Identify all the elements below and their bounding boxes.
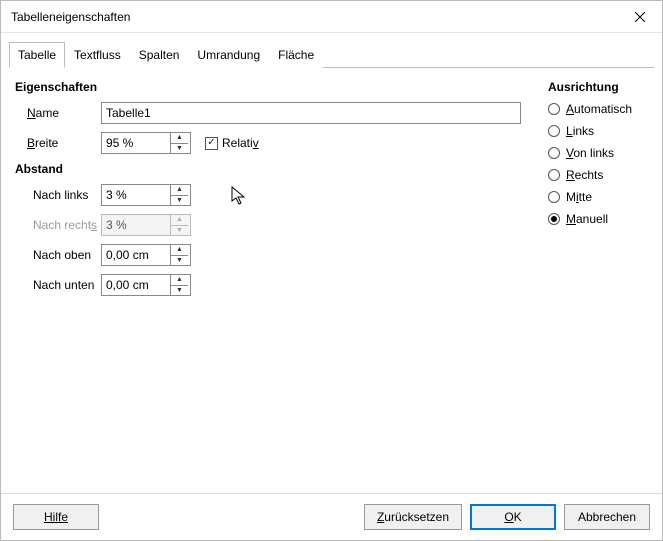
- spacing-left-input[interactable]: [102, 185, 170, 205]
- width-label: Breite: [15, 136, 101, 150]
- spacing-right-input: [102, 215, 170, 235]
- width-input[interactable]: [102, 133, 170, 153]
- name-label: Name: [15, 106, 101, 120]
- radio-icon: [548, 125, 560, 137]
- help-button[interactable]: Hilfe: [13, 504, 99, 530]
- spacing-below-up[interactable]: ▲: [171, 275, 188, 286]
- radio-icon: [548, 191, 560, 203]
- align-von-links[interactable]: Von links: [548, 146, 648, 160]
- titlebar: Tabelleneigenschaften: [1, 1, 662, 33]
- radio-icon: [548, 169, 560, 181]
- spacing-right-spinner: ▲ ▼: [101, 214, 191, 236]
- align-links[interactable]: Links: [548, 124, 648, 138]
- section-alignment: Ausrichtung: [548, 80, 648, 94]
- spacing-below-spinner[interactable]: ▲ ▼: [101, 274, 191, 296]
- spacing-left-up[interactable]: ▲: [171, 185, 188, 196]
- spacing-above-spinner[interactable]: ▲ ▼: [101, 244, 191, 266]
- spacing-right-label: Nach rechts: [15, 218, 101, 232]
- tab-textfluss[interactable]: Textfluss: [65, 42, 130, 68]
- radio-icon: [548, 103, 560, 115]
- cancel-button[interactable]: Abbrechen: [564, 504, 650, 530]
- width-spin-down[interactable]: ▼: [171, 144, 188, 154]
- align-rechts[interactable]: Rechts: [548, 168, 648, 182]
- reset-button[interactable]: Zurücksetzen: [364, 504, 462, 530]
- tab-panel: Eigenschaften Name Breite ▲ ▼ ✓ Relativ: [1, 68, 662, 478]
- align-mitte-label: Mitte: [566, 190, 592, 204]
- align-manuell-label: Manuell: [566, 212, 608, 226]
- tab-umrandung[interactable]: Umrandung: [188, 42, 269, 68]
- spacing-above-down[interactable]: ▼: [171, 256, 188, 266]
- spacing-right-up: ▲: [171, 215, 188, 226]
- close-icon: [635, 12, 645, 22]
- radio-icon: [548, 213, 560, 225]
- relative-label: Relativ: [222, 136, 259, 150]
- align-rechts-label: Rechts: [566, 168, 603, 182]
- spacing-above-up[interactable]: ▲: [171, 245, 188, 256]
- section-spacing: Abstand: [15, 162, 528, 176]
- relative-checkbox[interactable]: ✓: [205, 137, 218, 150]
- spacing-right-down: ▼: [171, 226, 188, 236]
- spacing-left-label: Nach links: [15, 188, 101, 202]
- ok-button[interactable]: OK: [470, 504, 556, 530]
- tab-bar: Tabelle Textfluss Spalten Umrandung Fläc…: [9, 41, 654, 68]
- align-automatic[interactable]: Automatisch: [548, 102, 648, 116]
- align-manuell[interactable]: Manuell: [548, 212, 648, 226]
- align-von-links-label: Von links: [566, 146, 614, 160]
- window-title: Tabelleneigenschaften: [11, 10, 618, 24]
- align-links-label: Links: [566, 124, 594, 138]
- close-button[interactable]: [618, 1, 662, 33]
- spacing-left-spinner[interactable]: ▲ ▼: [101, 184, 191, 206]
- spacing-below-label: Nach unten: [15, 278, 101, 292]
- tab-flaeche[interactable]: Fläche: [269, 42, 323, 68]
- align-mitte[interactable]: Mitte: [548, 190, 648, 204]
- tab-spalten[interactable]: Spalten: [130, 42, 189, 68]
- section-properties: Eigenschaften: [15, 80, 528, 94]
- dialog-footer: Hilfe Zurücksetzen OK Abbrechen: [1, 493, 662, 540]
- name-input[interactable]: [101, 102, 521, 124]
- width-spinner[interactable]: ▲ ▼: [101, 132, 191, 154]
- spacing-left-down[interactable]: ▼: [171, 196, 188, 206]
- relative-checkbox-wrap[interactable]: ✓ Relativ: [205, 136, 259, 150]
- spacing-below-down[interactable]: ▼: [171, 286, 188, 296]
- tab-tabelle[interactable]: Tabelle: [9, 42, 65, 68]
- radio-icon: [548, 147, 560, 159]
- align-automatic-label: Automatisch: [566, 102, 632, 116]
- spacing-above-label: Nach oben: [15, 248, 101, 262]
- width-spin-up[interactable]: ▲: [171, 133, 188, 144]
- spacing-above-input[interactable]: [102, 245, 170, 265]
- spacing-below-input[interactable]: [102, 275, 170, 295]
